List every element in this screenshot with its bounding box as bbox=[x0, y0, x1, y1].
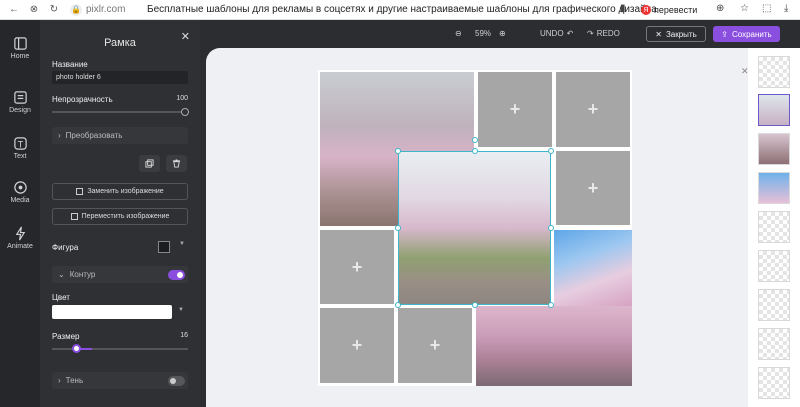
zoom-out-icon[interactable]: ⊖ bbox=[455, 29, 462, 38]
address-bar[interactable]: 🔒 pixlr.com bbox=[70, 3, 125, 17]
chevron-down-icon[interactable]: ▼ bbox=[178, 307, 184, 313]
rail-item-media[interactable]: Media bbox=[0, 180, 40, 204]
resize-handle[interactable] bbox=[548, 148, 554, 154]
extensions-icon[interactable]: ⬚ bbox=[762, 3, 771, 14]
size-value: 16 bbox=[180, 332, 188, 339]
page-thumbnail-active[interactable] bbox=[758, 94, 790, 126]
properties-panel: Рамка ✕ Название photo holder 6 Непрозра… bbox=[40, 20, 200, 407]
page-thumbnail[interactable] bbox=[758, 367, 790, 399]
resize-handle[interactable] bbox=[395, 302, 401, 308]
size-label: Размер bbox=[52, 332, 80, 341]
resize-handle[interactable] bbox=[548, 302, 554, 308]
opacity-slider-handle[interactable] bbox=[181, 108, 189, 116]
text-icon: T bbox=[13, 137, 27, 150]
lock-icon: 🔒 bbox=[70, 3, 82, 16]
globe-icon[interactable]: ⊕ bbox=[716, 3, 724, 14]
color-picker[interactable] bbox=[52, 305, 172, 319]
save-icon: ⇪ bbox=[721, 29, 728, 39]
opacity-slider-track[interactable] bbox=[52, 111, 186, 113]
close-icon: ✕ bbox=[655, 29, 662, 39]
svg-text:T: T bbox=[16, 139, 23, 149]
size-slider-handle[interactable] bbox=[72, 344, 81, 353]
close-editor-button[interactable]: ✕ Закрыть bbox=[646, 26, 706, 42]
photo-placeholder[interactable]: + bbox=[320, 230, 394, 304]
design-icon bbox=[13, 91, 27, 104]
resize-handle[interactable] bbox=[395, 148, 401, 154]
chevron-down-icon[interactable]: ▼ bbox=[179, 241, 185, 247]
page-thumbnail[interactable] bbox=[758, 328, 790, 360]
outline-toggle[interactable] bbox=[168, 270, 185, 280]
page-title: Бесплатные шаблоны для рекламы в соцсетя… bbox=[147, 4, 657, 15]
browser-bar: ← ⊗ ↻ 🔒 pixlr.com Бесплатные шаблоны для… bbox=[0, 0, 800, 20]
rail-item-design[interactable]: Design bbox=[0, 90, 40, 114]
photo-placeholder[interactable]: + bbox=[398, 308, 472, 383]
name-label: Название bbox=[52, 60, 88, 69]
page-thumbnail[interactable] bbox=[758, 56, 790, 88]
page-thumbnail[interactable] bbox=[758, 133, 790, 165]
photo-placeholder[interactable]: + bbox=[320, 308, 394, 383]
pages-strip bbox=[748, 48, 800, 407]
page-thumbnail[interactable] bbox=[758, 250, 790, 282]
back-icon[interactable]: ← bbox=[8, 4, 20, 16]
zoom-in-icon[interactable]: ⊕ bbox=[499, 29, 506, 38]
redo-button[interactable]: ↷ REDO bbox=[587, 29, 620, 38]
translate-button[interactable]: Я перевести bbox=[641, 3, 697, 17]
rail-item-animate[interactable]: Animate bbox=[0, 226, 40, 250]
name-field[interactable]: photo holder 6 bbox=[52, 71, 188, 84]
top-toolbar: ⊖ 59% ⊕ UNDO ↶ ↷ REDO ✕ Закрыть ⇪ Сохран… bbox=[200, 20, 800, 48]
redo-icon: ↷ bbox=[587, 29, 594, 38]
page-thumbnail[interactable] bbox=[758, 289, 790, 321]
chevron-right-icon: › bbox=[58, 131, 61, 140]
save-button[interactable]: ⇪ Сохранить bbox=[713, 26, 780, 42]
media-icon bbox=[13, 181, 27, 194]
page-thumbnail[interactable] bbox=[758, 172, 790, 204]
refresh-icon[interactable]: ↻ bbox=[48, 4, 60, 16]
photo-placeholder[interactable]: + bbox=[556, 72, 630, 147]
rotate-handle[interactable] bbox=[472, 137, 478, 143]
selection-box[interactable] bbox=[398, 151, 551, 305]
opacity-value: 100 bbox=[176, 95, 188, 102]
bookmark-icon[interactable]: ▮ bbox=[620, 3, 626, 14]
delete-button[interactable] bbox=[166, 155, 187, 172]
rail-item-home[interactable]: Home bbox=[0, 36, 40, 60]
shape-picker[interactable] bbox=[158, 241, 170, 253]
left-rail: Home Design T Text Media Animate bbox=[0, 20, 40, 407]
favorites-icon[interactable]: ☆ bbox=[740, 3, 749, 14]
undo-button[interactable]: UNDO ↶ bbox=[540, 29, 573, 38]
zoom-level[interactable]: 59% bbox=[475, 29, 491, 38]
yandex-icon[interactable]: ⊗ bbox=[28, 4, 40, 16]
image-icon bbox=[76, 188, 84, 195]
transform-section[interactable]: › Преобразовать bbox=[52, 127, 188, 144]
panel-title: Рамка bbox=[104, 37, 136, 49]
trash-icon bbox=[172, 159, 181, 168]
url-text: pixlr.com bbox=[86, 4, 126, 15]
download-icon[interactable]: ⤓ bbox=[784, 3, 788, 14]
resize-handle[interactable] bbox=[395, 225, 401, 231]
photo-blossom-path[interactable] bbox=[476, 306, 632, 386]
shape-label: Фигура bbox=[52, 243, 79, 252]
duplicate-button[interactable] bbox=[139, 155, 160, 172]
resize-handle[interactable] bbox=[548, 225, 554, 231]
shadow-toggle[interactable] bbox=[168, 376, 185, 386]
home-icon bbox=[13, 37, 27, 50]
opacity-label: Непрозрачность bbox=[52, 95, 113, 104]
color-label: Цвет bbox=[52, 293, 70, 302]
photo-placeholder[interactable]: + bbox=[478, 72, 552, 147]
chevron-right-icon: › bbox=[58, 376, 61, 385]
page-thumbnail[interactable] bbox=[758, 211, 790, 243]
resize-handle[interactable] bbox=[472, 148, 478, 154]
chevron-down-icon: ⌄ bbox=[58, 270, 65, 279]
move-image-button[interactable]: Переместить изображение bbox=[52, 208, 188, 225]
rail-item-text[interactable]: T Text bbox=[0, 136, 40, 160]
duplicate-icon bbox=[145, 159, 154, 168]
photo-blossom-sky[interactable] bbox=[554, 230, 632, 306]
animate-icon bbox=[15, 226, 25, 241]
undo-icon: ↶ bbox=[566, 29, 574, 38]
resize-handle[interactable] bbox=[472, 302, 478, 308]
photo-placeholder[interactable]: + bbox=[556, 151, 630, 225]
replace-image-button[interactable]: Заменить изображение bbox=[52, 183, 188, 200]
move-icon bbox=[70, 213, 78, 220]
translate-icon: Я bbox=[641, 5, 651, 15]
close-icon[interactable]: ✕ bbox=[181, 30, 190, 43]
